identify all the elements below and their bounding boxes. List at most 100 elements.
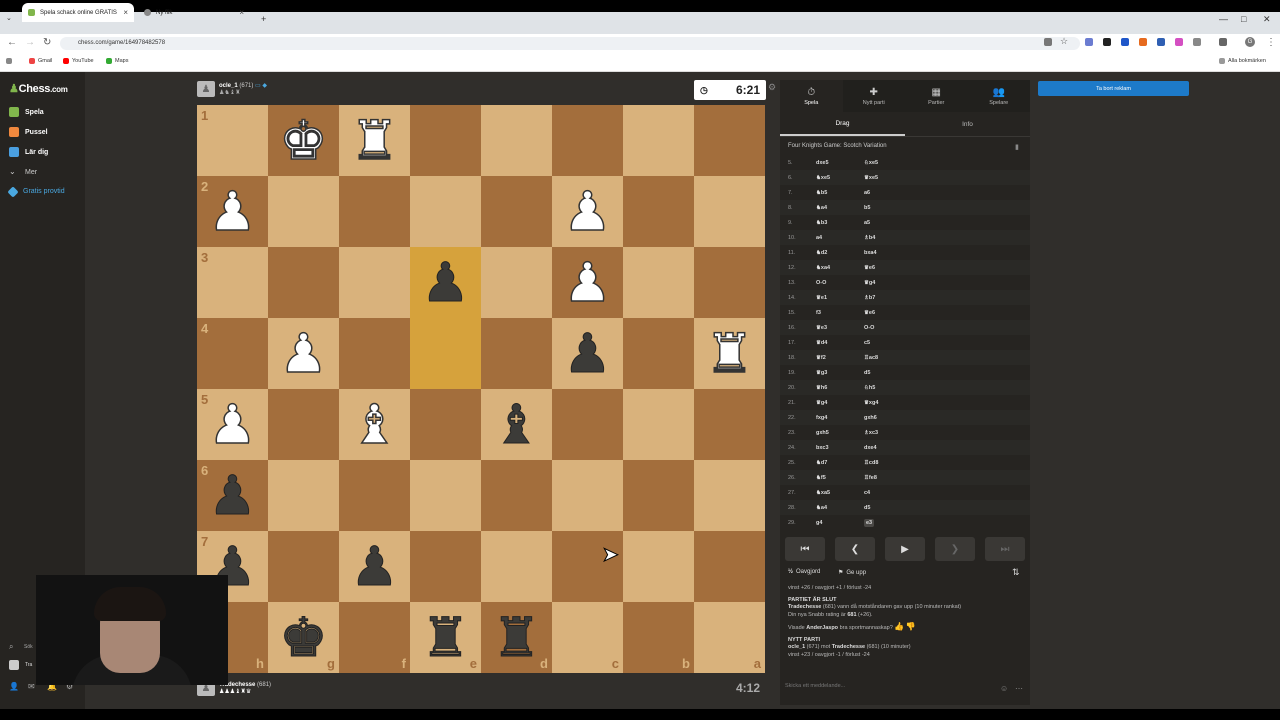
black-move[interactable]: ♛g4 — [864, 280, 924, 286]
sidebar-item-puzzles[interactable]: Pussel — [9, 127, 48, 137]
sidebar-user[interactable]: Tra — [25, 662, 32, 668]
black-move[interactable]: ♘xe5 — [864, 160, 924, 166]
white-pawn-piece[interactable]: ♟ — [563, 183, 613, 239]
sidebar-item-trial[interactable]: Gratis provtid — [7, 185, 79, 198]
board-square[interactable]: ♟ — [268, 318, 339, 389]
black-pawn-piece[interactable]: ♟ — [350, 539, 399, 594]
board-square[interactable] — [623, 460, 694, 531]
board-square[interactable] — [481, 247, 552, 318]
board-square[interactable]: d ♜ — [481, 602, 552, 673]
sidebar-item-learn[interactable]: Lär dig — [9, 147, 48, 157]
close-tab-icon[interactable]: × — [239, 8, 244, 17]
white-move[interactable]: a4 — [816, 235, 864, 241]
black-move[interactable]: ♗b7 — [864, 295, 924, 301]
sidebar-search[interactable]: Sök — [24, 644, 33, 650]
board-square[interactable]: 4 — [197, 318, 268, 389]
draw-button[interactable]: ½ Oavgjord — [788, 569, 820, 575]
board-square[interactable]: 3 — [197, 247, 268, 318]
black-move[interactable]: ♗b4 — [864, 235, 924, 241]
tab-search-icon[interactable]: ⌄ — [6, 14, 12, 22]
more-icon[interactable]: ⋯ — [1015, 684, 1023, 693]
white-pawn-piece[interactable]: ♟ — [563, 254, 613, 310]
maximize-icon[interactable]: □ — [1241, 14, 1246, 24]
black-move[interactable]: ♛xg4 — [864, 400, 924, 406]
board-square[interactable] — [339, 176, 410, 247]
board-square[interactable] — [694, 531, 765, 602]
board-square[interactable] — [339, 318, 410, 389]
black-rook-piece[interactable]: ♜ — [492, 610, 541, 665]
install-icon[interactable] — [1044, 38, 1052, 46]
board-square[interactable]: 6 ♟ — [197, 460, 268, 531]
board-square[interactable] — [410, 105, 481, 176]
bookmark-gmail[interactable]: Gmail — [29, 58, 52, 64]
white-move[interactable]: ♞b3 — [816, 220, 864, 226]
white-move[interactable]: ♛g4 — [816, 400, 864, 406]
black-move[interactable]: O-O — [864, 325, 924, 331]
tab-new-game[interactable]: ✚ Nytt parti — [843, 80, 906, 112]
board-square[interactable] — [410, 460, 481, 531]
tab-info[interactable]: Info — [905, 113, 1030, 136]
board-square[interactable]: b — [623, 602, 694, 673]
black-move[interactable]: ♖cd8 — [864, 460, 924, 466]
board-square[interactable] — [268, 176, 339, 247]
bookmark-youtube[interactable]: YouTube — [63, 58, 94, 64]
forward-icon[interactable]: → — [25, 37, 35, 48]
extension-icon[interactable] — [1085, 38, 1093, 46]
white-move[interactable]: O-O — [816, 280, 864, 286]
tab-games[interactable]: ▦ Partier — [905, 80, 968, 112]
board-square[interactable] — [410, 176, 481, 247]
chat-input[interactable]: Skicka ett meddelande... — [780, 683, 1030, 697]
board-square[interactable]: ♟ — [339, 531, 410, 602]
board-square[interactable] — [694, 247, 765, 318]
board-square[interactable]: 5 ♟ — [197, 389, 268, 460]
book-icon[interactable]: ▮ — [1015, 143, 1019, 151]
black-move[interactable]: bxa4 — [864, 250, 924, 256]
white-move[interactable]: ♛h6 — [816, 385, 864, 391]
first-move-button[interactable]: ⏮ — [785, 537, 825, 561]
browser-tab-chess[interactable]: Spela schack online GRATIS × — [22, 3, 134, 22]
white-move[interactable]: ♞xa5 — [816, 490, 864, 496]
chess-board[interactable]: 1♚♜2♟♟3♟♟4♟♟♜5♟♝♝6♟7♟♟8hg♚fe♜d♜cba — [197, 105, 765, 673]
white-move[interactable]: fxg4 — [816, 415, 864, 421]
tab-play[interactable]: ⏱ Spela — [780, 80, 843, 112]
board-square[interactable] — [481, 531, 552, 602]
black-move[interactable]: gxh6 — [864, 415, 924, 421]
browser-tab-new[interactable]: Ny flik × — [138, 3, 250, 22]
resign-button[interactable]: ⚑ Ge upp — [838, 569, 866, 577]
top-player[interactable]: ♟ ocle_1 (671) ▭ ◆ ♟♞♝♜ — [197, 81, 267, 97]
puzzle-icon[interactable] — [1193, 38, 1201, 46]
tab-players[interactable]: 👥 Spelare — [968, 80, 1031, 112]
board-square[interactable] — [339, 460, 410, 531]
sidebar-item-more[interactable]: ⌄ Mer — [9, 167, 37, 177]
black-move[interactable]: c5 — [864, 340, 924, 346]
black-bishop-piece[interactable]: ♝ — [492, 397, 541, 452]
board-square[interactable] — [268, 460, 339, 531]
white-move[interactable]: f3 — [816, 310, 864, 316]
black-move[interactable]: ♗xc3 — [864, 430, 924, 436]
board-square[interactable]: 2 ♟ — [197, 176, 268, 247]
board-square[interactable] — [623, 318, 694, 389]
white-move[interactable]: gxh5 — [816, 430, 864, 436]
apps-icon[interactable] — [6, 58, 15, 64]
extension-icon[interactable] — [1121, 38, 1129, 46]
black-move[interactable]: dxe4 — [864, 445, 924, 451]
black-move[interactable]: c4 — [864, 490, 924, 496]
board-square[interactable] — [481, 318, 552, 389]
black-move[interactable]: ♛e6 — [864, 265, 924, 271]
board-square[interactable]: ♟ — [410, 247, 481, 318]
board-square[interactable] — [268, 247, 339, 318]
remove-ads-button[interactable]: Ta bort reklam — [1038, 81, 1189, 96]
board-square[interactable]: ♟ — [552, 247, 623, 318]
white-move[interactable]: ♛e1 — [816, 295, 864, 301]
white-move[interactable]: ♞b5 — [816, 190, 864, 196]
white-move[interactable]: ♞a4 — [816, 205, 864, 211]
white-move[interactable]: ♞xa4 — [816, 265, 864, 271]
thumbs-down-icon[interactable]: 👎 — [906, 622, 916, 631]
board-square[interactable] — [481, 105, 552, 176]
white-move[interactable]: ♞a4 — [816, 505, 864, 511]
back-icon[interactable]: ← — [7, 37, 17, 48]
white-move[interactable]: bxc3 — [816, 445, 864, 451]
white-move[interactable]: ♛g3 — [816, 370, 864, 376]
menu-icon[interactable]: ⋮ — [1266, 37, 1276, 48]
board-square[interactable] — [268, 531, 339, 602]
